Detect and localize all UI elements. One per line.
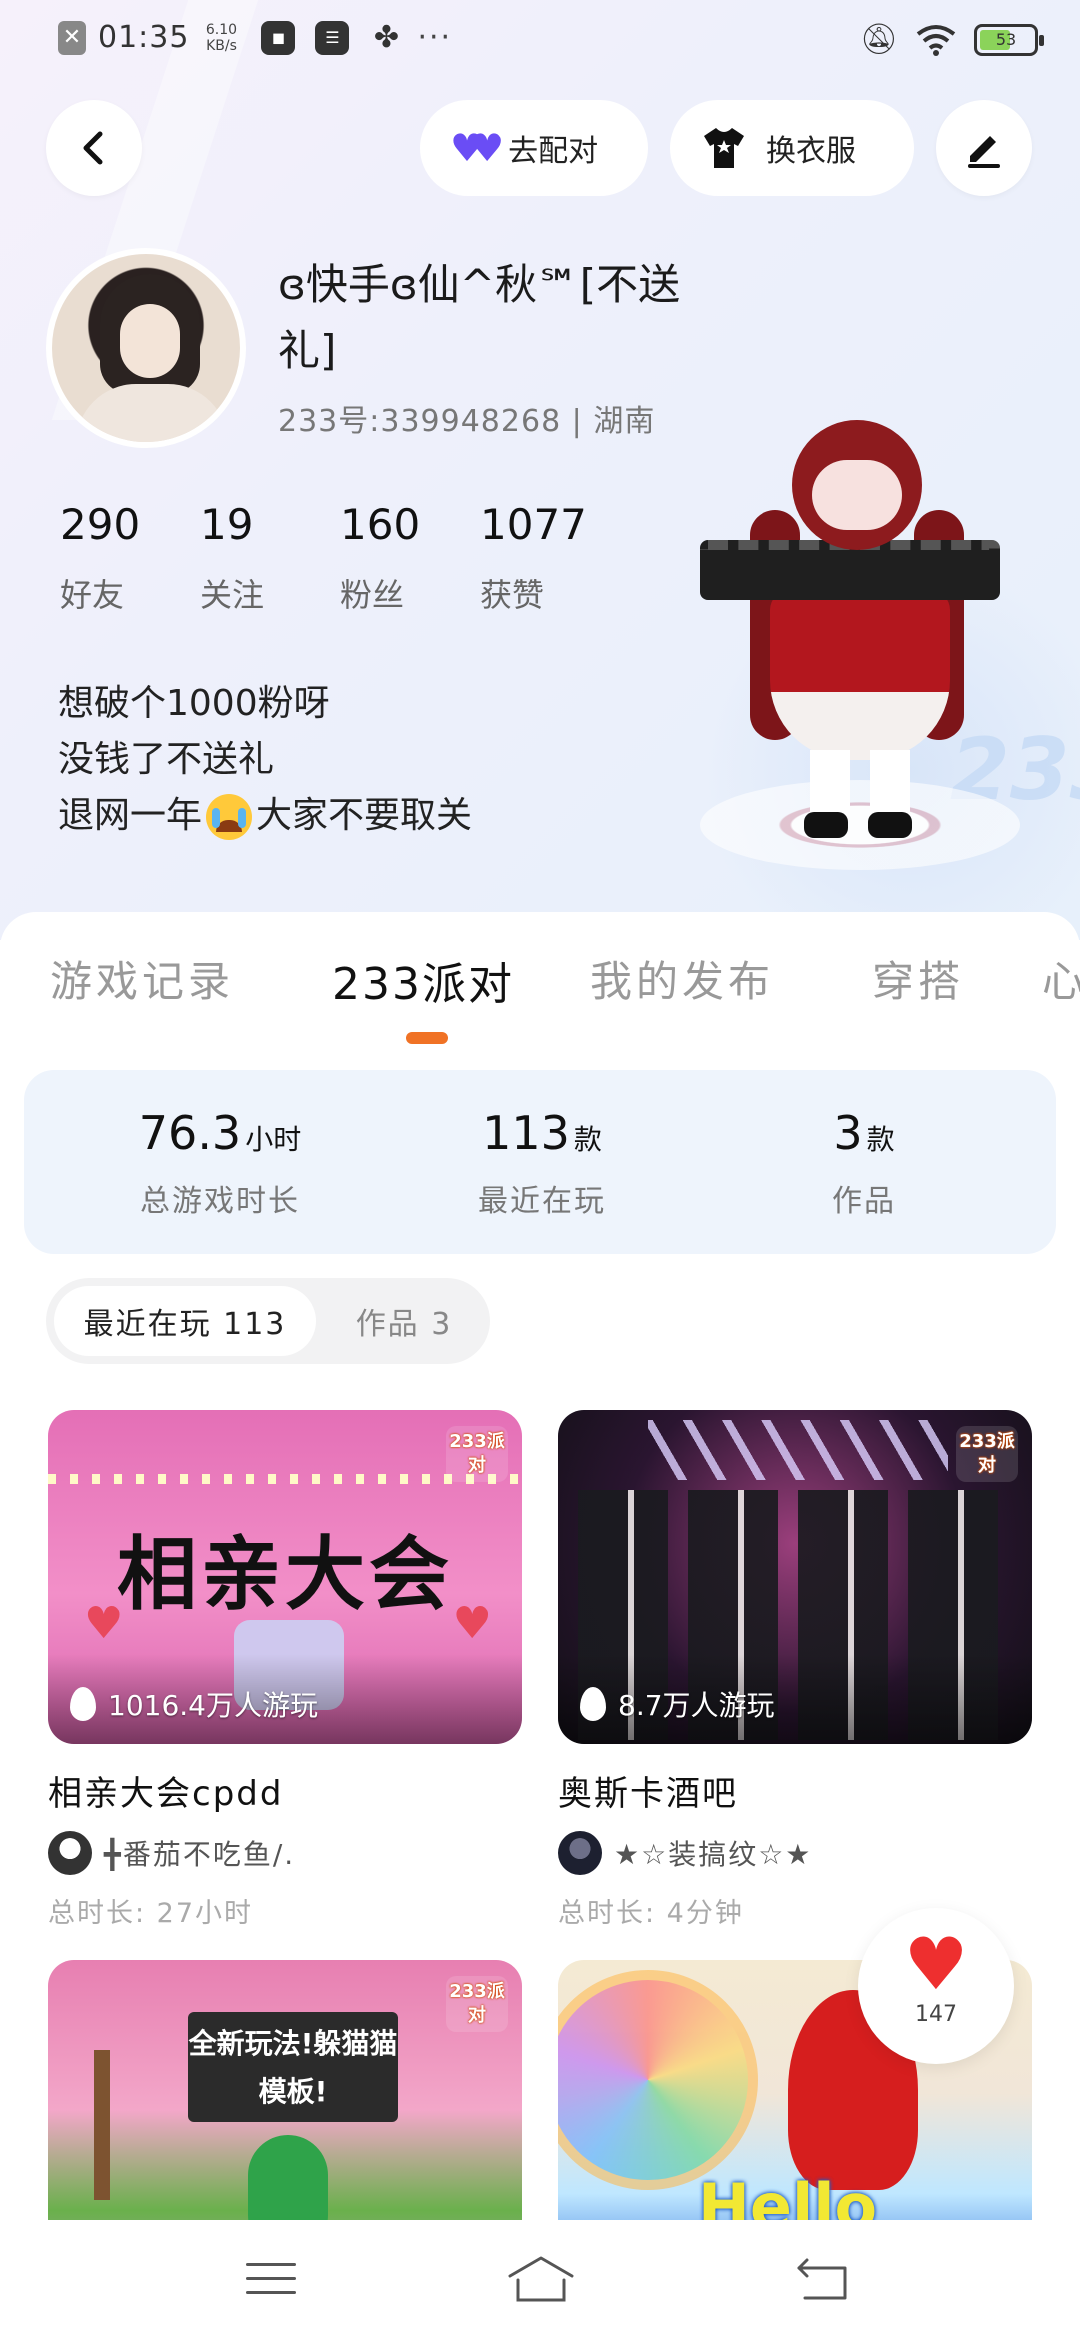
nickname: ɞ快手ɞ仙^秋℠[不送礼] [278,260,681,375]
like-count: 147 [915,2002,957,2027]
top-navigation: ♥♥ 去配对 换衣服 [0,100,1080,200]
more-notifications-icon: ··· [417,20,453,55]
profile-stats: 290 好友 19 关注 160 粉丝 1077 获赞 [60,500,620,616]
summary-recent-games: 113 款 最近在玩 [478,1106,606,1219]
game-thumbnail[interactable]: 相亲大会 ♥ ♥ 233派对 1016.4万人游玩 [48,1410,522,1744]
game-thumbnail[interactable]: 全新玩法!躲猫猫模板! 233派对 [48,1960,522,2232]
game-title[interactable]: 相亲大会cpdd [48,1766,522,1815]
recent-apps-button[interactable] [226,2244,316,2314]
crying-emoji-icon [206,794,253,840]
bio-line: 没钱了不送礼 [58,739,275,780]
stat-likes[interactable]: 1077 获赞 [480,500,620,616]
play-duration: 总时长: 27小时 [48,1898,254,1929]
like-button[interactable]: ♥ 147 [858,1908,1014,2064]
hearts-icon: ♥♥ [450,126,504,170]
change-outfit-button[interactable]: 换衣服 [670,100,914,196]
thumbnail-banner-text: 全新玩法!躲猫猫模板! [188,2012,398,2122]
match-button-label: 去配对 [508,134,599,169]
tab-game-records[interactable]: 游戏记录 [50,948,234,1009]
game-card[interactable]: 全新玩法!躲猫猫模板! 233派对 [48,1960,522,2232]
wifi-icon [916,24,956,56]
game-card[interactable]: 233派对 8.7万人游玩 奥斯卡酒吧 ★☆装搞纹☆★ 总时长: 4分钟 [558,1410,1032,1930]
game-title[interactable]: 奥斯卡酒吧 [558,1766,1032,1815]
segment-works[interactable]: 作品 3 [326,1286,482,1356]
back-button[interactable] [46,100,142,196]
heart-icon: ♥ [84,1598,124,1649]
flame-icon [580,1687,606,1721]
home-icon [508,2256,574,2302]
segment-recent[interactable]: 最近在玩 113 [54,1286,316,1356]
network-speed: 6.10 KB/s [205,21,238,54]
home-button[interactable] [496,2244,586,2314]
summary-works: 3款 作品 [832,1106,896,1219]
fan-app-icon: ✤ [373,20,400,55]
mute-icon: 🔕︎ [859,22,898,57]
summary-total-time: 76.3 小时 总游戏时长 [138,1106,302,1219]
notification-close-icon: ✕ [58,20,86,55]
match-button[interactable]: ♥♥ 去配对 [420,100,648,196]
stat-followers[interactable]: 160 粉丝 [340,500,480,616]
author-avatar [48,1831,92,1875]
party-badge: 233派对 [446,1426,508,1482]
edit-profile-button[interactable] [936,100,1032,196]
play-count: 8.7万人游玩 [580,1684,775,1724]
back-nav-button[interactable] [778,2244,868,2314]
stat-following[interactable]: 19 关注 [200,500,340,616]
shirt-icon [704,128,744,168]
party-badge: 233派对 [446,1976,508,2032]
tab-outfits[interactable]: 穿搭 [872,948,964,1009]
user-id-location: 233号:339948268 | 湖南 [278,404,656,439]
game-author[interactable]: ★☆装搞纹☆★ [558,1831,1032,1875]
app-notification-icon: ☰ [315,20,350,55]
stat-friends[interactable]: 290 好友 [60,500,200,616]
segment-control: 最近在玩 113 作品 3 [46,1278,490,1364]
tab-more[interactable]: 心 [1042,948,1080,1009]
play-summary: 76.3 小时 总游戏时长 113 款 最近在玩 3款 作品 [24,1070,1056,1254]
avatar-character[interactable]: 233 [700,400,1080,880]
author-avatar [558,1831,602,1875]
menu-icon [246,2263,296,2294]
play-count: 1016.4万人游玩 [70,1684,318,1724]
avatar[interactable] [46,248,246,448]
active-tab-indicator [406,1032,448,1044]
status-bar: ✕ 01:35 6.10 KB/s ◼ ☰ ✤ ··· 🔕︎ 53 [0,0,1080,84]
game-author[interactable]: ╋番茄不吃鱼/. [48,1831,522,1875]
pen-icon [968,136,1000,168]
tab-233-party[interactable]: 233派对 [332,948,514,1012]
tab-my-posts[interactable]: 我的发布 [590,948,774,1009]
heart-icon: ♥ [452,1598,492,1649]
status-time: 01:35 [98,20,190,55]
bio-line: 退网一年 大家不要取关 [58,788,472,844]
system-nav-bar [0,2220,1080,2340]
party-badge: 233派对 [956,1426,1018,1482]
chevron-left-icon [83,131,103,165]
game-thumbnail[interactable]: 233派对 8.7万人游玩 [558,1410,1032,1744]
app-notification-icon: ◼ [261,20,296,55]
tab-bar: 游戏记录 233派对 我的发布 穿搭 心 [0,948,1080,1018]
bio: 想破个1000粉呀 没钱了不送礼 退网一年 大家不要取关 [58,676,472,844]
return-icon [797,2258,847,2300]
ferris-wheel [558,1970,758,2190]
flame-icon [70,1687,96,1721]
game-card[interactable]: 相亲大会 ♥ ♥ 233派对 1016.4万人游玩 相亲大会cpdd ╋番茄不吃… [48,1410,522,1930]
bio-line: 想破个1000粉呀 [58,683,330,724]
change-outfit-label: 换衣服 [766,134,856,169]
battery-icon: 53 [974,23,1044,56]
heart-icon: ♥ [903,1922,969,2006]
